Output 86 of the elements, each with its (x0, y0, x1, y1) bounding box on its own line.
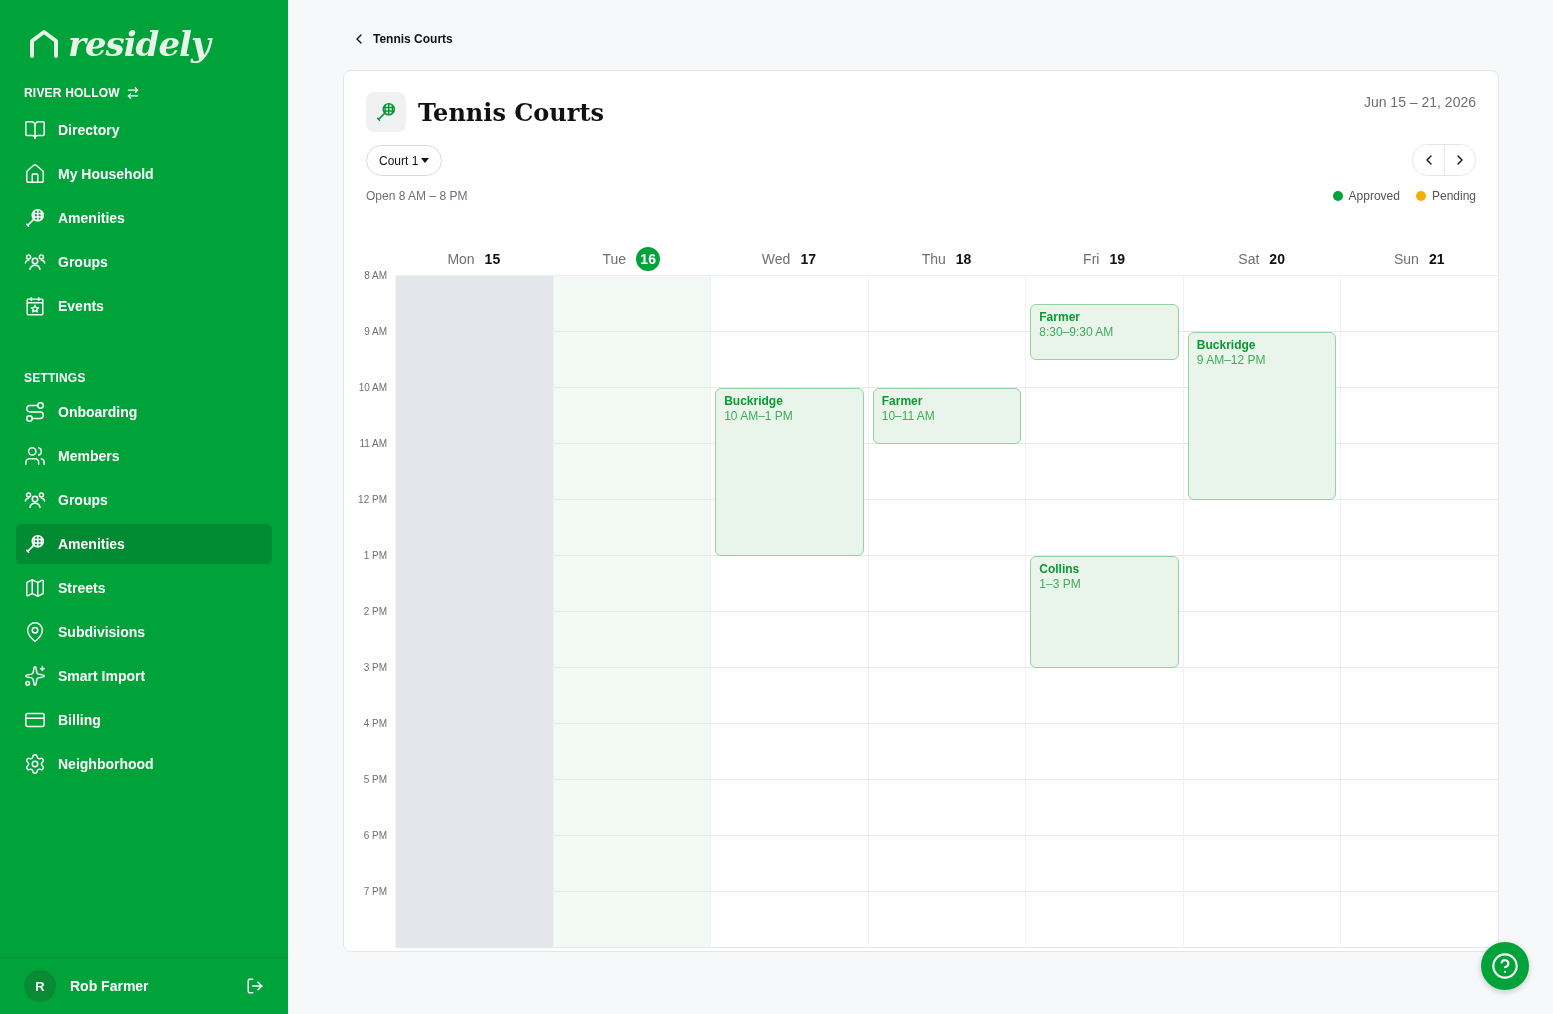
tennis-racket-icon (375, 101, 397, 123)
day-name: Sat (1238, 251, 1260, 267)
day-name: Fri (1083, 251, 1100, 267)
house-logo-icon (28, 29, 60, 59)
sparkles-icon (24, 665, 46, 687)
map-icon (24, 577, 46, 599)
route-icon (24, 401, 46, 423)
sidebar-item[interactable]: Streets (16, 568, 272, 608)
booking-name: Collins (1039, 562, 1081, 576)
sidebar-item[interactable]: Amenities (16, 198, 272, 238)
time-label: 10 AM (357, 382, 388, 395)
settings-icon (24, 753, 46, 775)
booking-block[interactable]: Buckridge 10 AM–1 PM (715, 388, 864, 556)
sidebar-item[interactable]: Groups (16, 242, 272, 282)
booking-name: Buckridge (1196, 338, 1257, 352)
court-dropdown[interactable]: Court 1 (366, 145, 443, 176)
time-label: 9 AM (363, 326, 388, 339)
section-heading: SETTINGS (24, 371, 86, 385)
booking-name: Farmer (881, 394, 924, 408)
day-date: 21 (1428, 251, 1445, 267)
sidebar-item[interactable]: Billing (16, 700, 272, 740)
community-name: RIVER HOLLOW (24, 86, 120, 100)
booking-block[interactable]: Farmer 8:30–9:30 AM (1030, 304, 1179, 360)
sidebar-item[interactable]: Amenities (16, 524, 272, 564)
booking-block[interactable]: Collins 1–3 PM (1030, 556, 1179, 668)
user-avatar: R (24, 970, 56, 1002)
time-label: 5 PM (362, 774, 388, 787)
time-label: 6 PM (362, 830, 388, 843)
time-label: 3 PM (362, 662, 388, 675)
next-week-button[interactable] (1444, 145, 1475, 175)
sidebar-item[interactable]: Onboarding (16, 392, 272, 432)
sidebar-item[interactable]: Smart Import (16, 656, 272, 696)
tennis-racket-icon (24, 207, 46, 229)
booking-time: 9 AM–12 PM (1196, 353, 1267, 367)
logout-icon[interactable] (246, 977, 264, 995)
booking-time: 1–3 PM (1039, 577, 1082, 591)
day-date: 19 (1109, 251, 1125, 267)
home-icon (24, 163, 46, 185)
sidebar-item[interactable]: Neighborhood (16, 744, 272, 784)
booking-time: 10 AM–1 PM (724, 409, 794, 423)
time-label: 1 PM (362, 550, 388, 563)
sidebar-item[interactable]: Directory (16, 110, 272, 150)
date-range: Jun 15 – 21, 2026 (1363, 94, 1476, 110)
booking-block[interactable]: Buckridge 9 AM–12 PM (1187, 332, 1337, 500)
day-date: 15 (484, 251, 501, 267)
group-icon (24, 489, 46, 511)
day-name: Wed (761, 251, 791, 267)
day-name: Thu (921, 251, 946, 267)
today-date-badge: 16 (636, 247, 661, 271)
sidebar-item[interactable]: Members (16, 436, 272, 476)
day-date: 17 (800, 251, 816, 267)
users-icon (24, 445, 46, 467)
user-name: Rob Farmer (70, 978, 150, 994)
day-name: Tue (602, 251, 627, 267)
tennis-racket-icon (24, 533, 46, 555)
time-label: 4 PM (362, 718, 388, 731)
legend-label: Approved (1348, 189, 1400, 203)
page-title: Tennis Courts (418, 97, 605, 127)
day-name: Sun (1393, 251, 1419, 267)
back-link[interactable]: Tennis Courts (343, 0, 1499, 70)
caret-icon (421, 158, 430, 163)
day-date: 18 (955, 251, 972, 267)
sidebar-item[interactable]: My Household (16, 154, 272, 194)
day-name: Mon (447, 251, 475, 267)
opening-hours: Open 8 AM – 8 PM (366, 189, 468, 203)
booking-block[interactable]: Farmer 10–11 AM (872, 388, 1022, 444)
time-label: 12 PM (357, 494, 388, 507)
help-button[interactable] (1481, 942, 1529, 990)
time-label: 2 PM (362, 606, 388, 619)
sidebar-item[interactable]: Events (16, 286, 272, 326)
day-date: 20 (1269, 251, 1285, 267)
booking-name: Farmer (1039, 310, 1081, 324)
time-label: 11 AM (358, 438, 388, 451)
legend-label: Pending (1431, 189, 1476, 203)
booking-time: 8:30–9:30 AM (1039, 325, 1115, 339)
time-label: 7 PM (362, 886, 388, 899)
booking-name: Buckridge (724, 394, 784, 408)
help-icon (1491, 952, 1519, 980)
book-icon (24, 119, 46, 141)
map-pin-icon (24, 621, 46, 643)
sidebar-item[interactable]: Groups (16, 480, 272, 520)
booking-time: 10–11 AM (881, 409, 936, 423)
switch-icon[interactable] (125, 86, 140, 100)
group-icon (24, 251, 46, 273)
time-label: 8 AM (363, 270, 388, 283)
sidebar-item[interactable]: Subdivisions (16, 612, 272, 652)
